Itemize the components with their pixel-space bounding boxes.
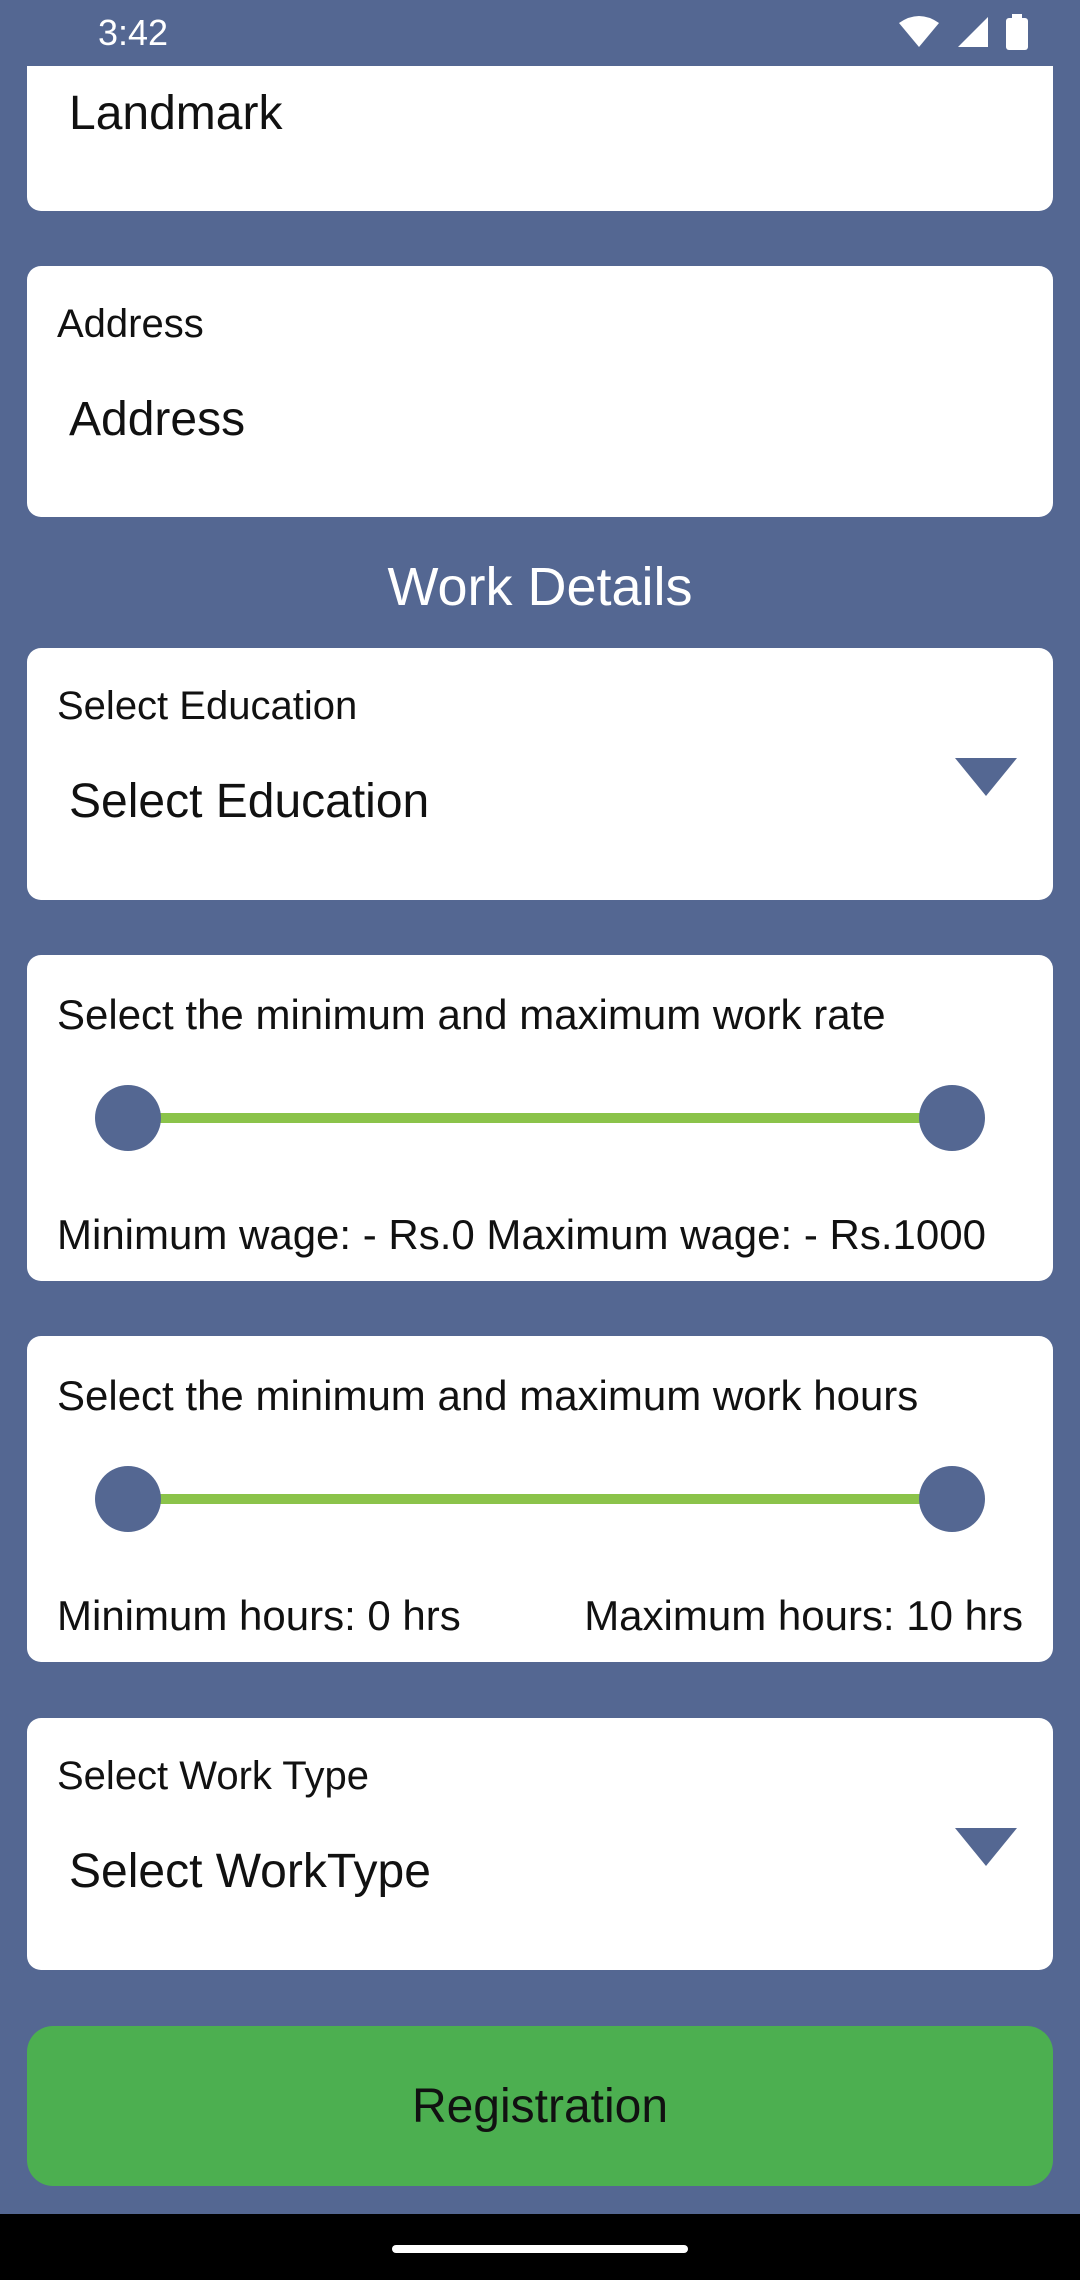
landmark-field[interactable]: Landmark (27, 66, 1053, 211)
chevron-down-icon[interactable] (955, 1828, 1017, 1866)
work-hours-min-thumb[interactable] (95, 1466, 161, 1532)
work-hours-max-thumb[interactable] (919, 1466, 985, 1532)
landmark-input[interactable]: Landmark (69, 86, 282, 141)
work-hours-track[interactable] (127, 1494, 953, 1504)
status-time: 3:42 (98, 12, 169, 53)
work-rate-max-thumb[interactable] (919, 1085, 985, 1151)
status-icons (898, 14, 1028, 50)
work-rate-caption: Minimum wage: - Rs.0 Maximum wage: - Rs.… (57, 1211, 986, 1258)
work-type-dropdown[interactable]: Select Work Type Select WorkType (27, 1718, 1053, 1970)
work-hours-title: Select the minimum and maximum work hour… (57, 1372, 919, 1419)
work-hours-max-caption: Maximum hours: 10 hrs (584, 1592, 1023, 1639)
address-field[interactable]: Address Address (27, 266, 1053, 517)
work-type-selected-value[interactable]: Select WorkType (69, 1844, 431, 1899)
address-label: Address (57, 302, 204, 346)
wifi-icon (899, 16, 939, 47)
work-hours-card: Select the minimum and maximum work hour… (27, 1336, 1053, 1662)
registration-button[interactable]: Registration (27, 2026, 1053, 2186)
work-details-heading: Work Details (387, 557, 693, 617)
home-gesture-handle[interactable] (392, 2245, 688, 2253)
work-rate-min-thumb[interactable] (95, 1085, 161, 1151)
address-input[interactable]: Address (69, 392, 245, 447)
status-bar: 3:42 (0, 0, 1080, 66)
education-label: Select Education (57, 684, 358, 728)
work-rate-track[interactable] (127, 1113, 953, 1123)
work-rate-title: Select the minimum and maximum work rate (57, 991, 886, 1038)
work-hours-min-caption: Minimum hours: 0 hrs (57, 1592, 461, 1639)
battery-icon (1006, 14, 1028, 50)
chevron-down-icon[interactable] (955, 758, 1017, 796)
signal-icon (958, 17, 988, 47)
education-dropdown[interactable]: Select Education Select Education (27, 648, 1053, 900)
work-rate-card: Select the minimum and maximum work rate… (27, 955, 1053, 1281)
education-selected-value[interactable]: Select Education (69, 774, 429, 829)
work-type-label: Select Work Type (57, 1754, 369, 1798)
